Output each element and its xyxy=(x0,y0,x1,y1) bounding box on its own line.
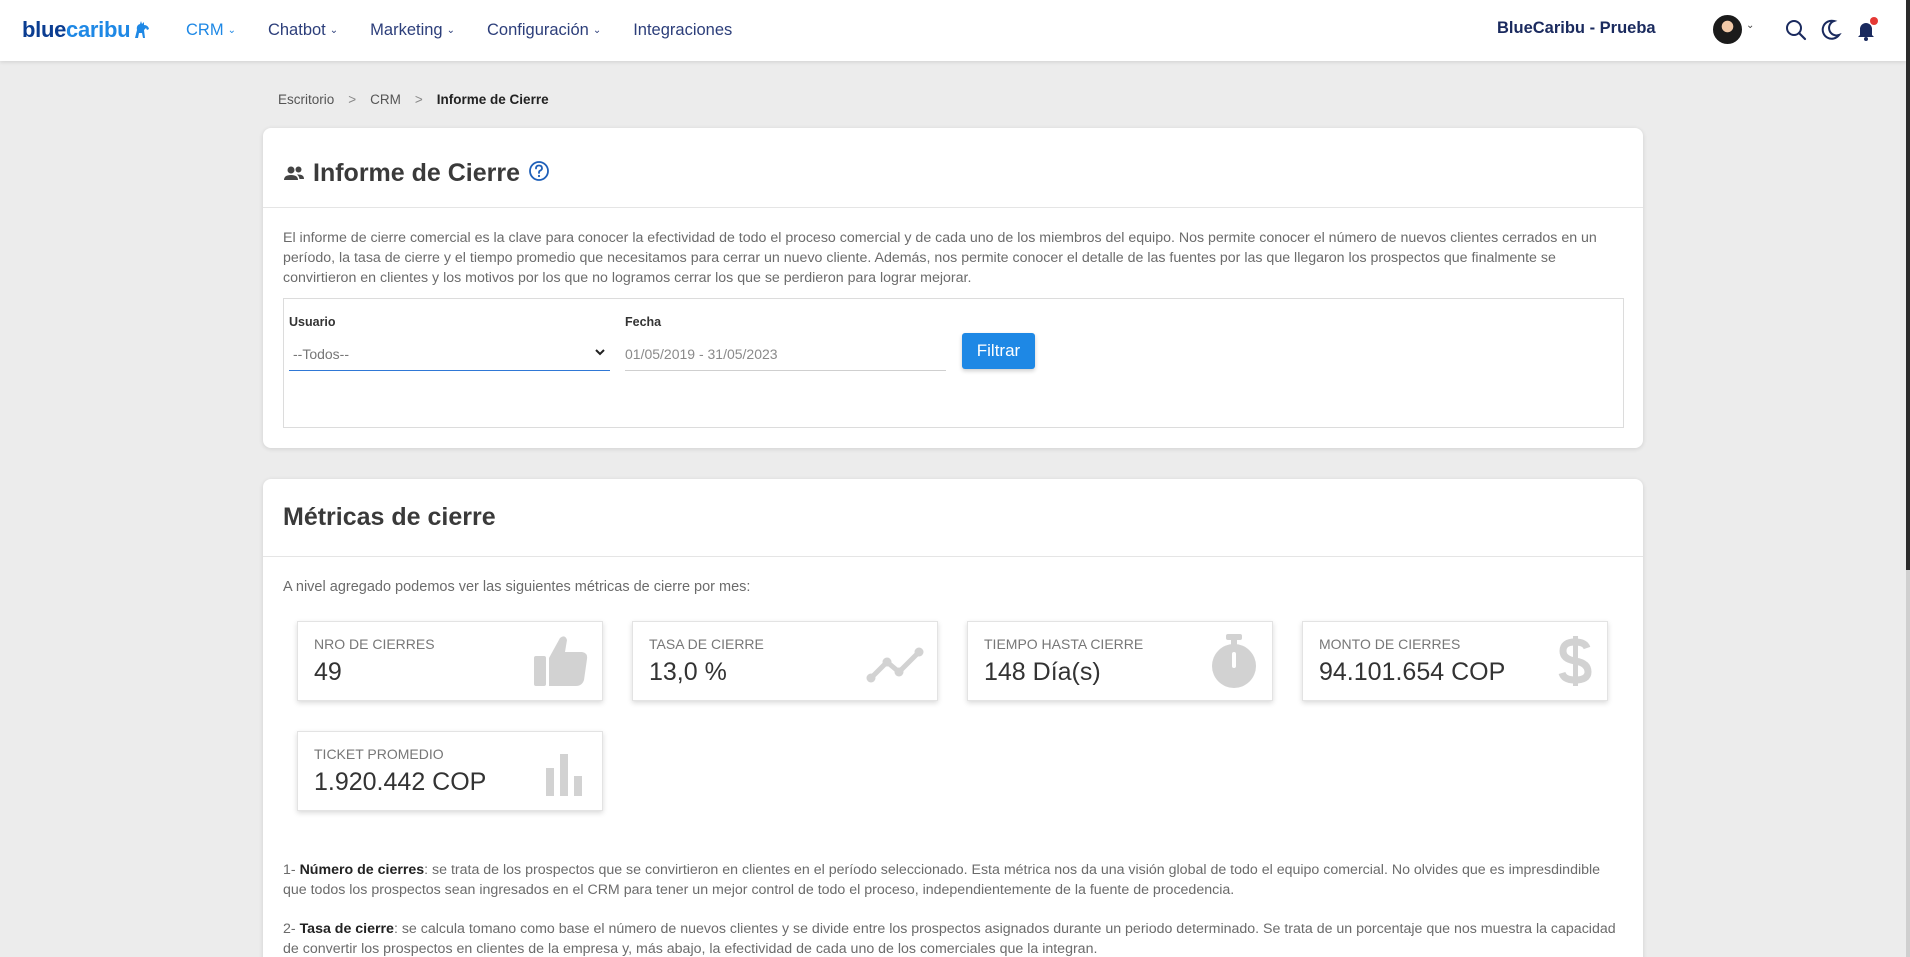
menu-crm[interactable]: CRM ⌄ xyxy=(186,21,236,40)
report-card: Informe de Cierre El informe de cierre c… xyxy=(263,128,1643,448)
user-select-value: --Todos-- xyxy=(293,345,350,362)
metric-value: 1.920.442 COP xyxy=(314,768,487,796)
report-description: El informe de cierre comercial es la cla… xyxy=(283,230,1597,286)
user-avatar[interactable] xyxy=(1713,15,1742,44)
date-range-value: 01/05/2019 - 31/05/2023 xyxy=(625,345,778,362)
chevron-down-icon xyxy=(595,349,605,356)
page-scrollbar[interactable] xyxy=(1906,0,1910,957)
metric-value: 49 xyxy=(314,658,342,686)
breadcrumb-separator: > xyxy=(414,92,423,107)
menu-chatbot[interactable]: Chatbot ⌄ xyxy=(268,21,338,40)
chevron-down-icon: ⌄ xyxy=(227,25,236,36)
filter-button[interactable]: Filtrar xyxy=(962,333,1035,369)
breadcrumb: Escritorio > CRM > Informe de Cierre xyxy=(278,92,549,107)
metric-label: MONTO DE CIERRES xyxy=(1319,636,1461,652)
chevron-down-icon[interactable]: ⌄ xyxy=(1746,20,1754,31)
date-filter-label: Fecha xyxy=(625,315,662,329)
breadcrumb-crm[interactable]: CRM xyxy=(370,92,401,107)
user-filter-label: Usuario xyxy=(289,315,336,329)
metric-card-ticket: TICKET PROMEDIO 1.920.442 COP xyxy=(297,731,603,811)
user-select[interactable]: --Todos-- xyxy=(289,337,610,371)
metric-value: 148 Día(s) xyxy=(984,658,1101,686)
metric-label: TICKET PROMEDIO xyxy=(314,746,444,762)
note-item: 1- Número de cierres: se trata de los pr… xyxy=(283,862,1601,898)
metrics-subtitle: A nivel agregado podemos ver las siguien… xyxy=(283,579,751,595)
dark-mode-moon-icon[interactable] xyxy=(1819,18,1843,42)
metric-label: TASA DE CIERRE xyxy=(649,636,764,652)
menu-marketing[interactable]: Marketing ⌄ xyxy=(370,21,455,40)
metrics-notes: 1- Número de cierres: se trata de los pr… xyxy=(283,860,1623,957)
metrics-title: Métricas de cierre xyxy=(283,503,496,531)
metrics-card-header: Métricas de cierre xyxy=(263,479,1643,557)
menu-configuracion[interactable]: Configuración ⌄ xyxy=(487,21,601,40)
note-item: 2- Tasa de cierre: se calcula tomano com… xyxy=(283,921,1616,957)
help-icon[interactable] xyxy=(528,160,550,182)
filter-panel: Usuario --Todos-- Fecha 01/05/2019 - 31/… xyxy=(283,298,1624,428)
brand-logo[interactable]: blue caribu xyxy=(22,17,152,43)
top-navbar: blue caribu CRM ⌄ Chatbot ⌄ Marketing ⌄ C… xyxy=(0,0,1906,61)
menu-integraciones[interactable]: Integraciones xyxy=(633,21,732,40)
thumbs-up-icon xyxy=(534,636,588,686)
chevron-down-icon: ⌄ xyxy=(329,25,339,36)
search-icon[interactable] xyxy=(1784,18,1808,42)
chevron-down-icon: ⌄ xyxy=(446,25,455,36)
metric-value: 13,0 % xyxy=(649,658,727,686)
breadcrumb-separator: > xyxy=(348,92,357,107)
stopwatch-icon xyxy=(1212,634,1256,688)
caribou-logo-icon xyxy=(135,21,150,38)
metrics-card: Métricas de cierre A nivel agregado pode… xyxy=(263,479,1643,957)
main-menu: CRM ⌄ Chatbot ⌄ Marketing ⌄ Configuració… xyxy=(186,0,732,61)
notification-badge xyxy=(1870,17,1878,25)
bar-chart-icon xyxy=(546,754,582,796)
metric-label: TIEMPO HASTA CIERRE xyxy=(984,636,1144,652)
metric-label: NRO DE CIERRES xyxy=(314,636,435,652)
chevron-down-icon: ⌄ xyxy=(592,25,602,36)
dollar-icon xyxy=(1558,636,1592,686)
metric-card-tiempo: TIEMPO HASTA CIERRE 148 Día(s) xyxy=(967,621,1273,701)
breadcrumb-escritorio[interactable]: Escritorio xyxy=(278,92,334,107)
scrollbar-thumb[interactable] xyxy=(1906,0,1910,570)
report-card-header: Informe de Cierre xyxy=(263,128,1643,208)
page-title: Informe de Cierre xyxy=(313,159,521,187)
metric-card-cierres: NRO DE CIERRES 49 xyxy=(297,621,603,701)
date-range-input[interactable]: 01/05/2019 - 31/05/2023 xyxy=(625,337,946,371)
trend-line-icon xyxy=(866,647,924,683)
breadcrumb-current: Informe de Cierre xyxy=(436,92,549,107)
metric-value: 94.101.654 COP xyxy=(1319,658,1506,686)
metric-card-monto: MONTO DE CIERRES 94.101.654 COP xyxy=(1302,621,1608,701)
users-icon xyxy=(284,166,304,180)
company-name[interactable]: BlueCaribu - Prueba xyxy=(1497,19,1656,38)
metric-card-tasa: TASA DE CIERRE 13,0 % xyxy=(632,621,938,701)
